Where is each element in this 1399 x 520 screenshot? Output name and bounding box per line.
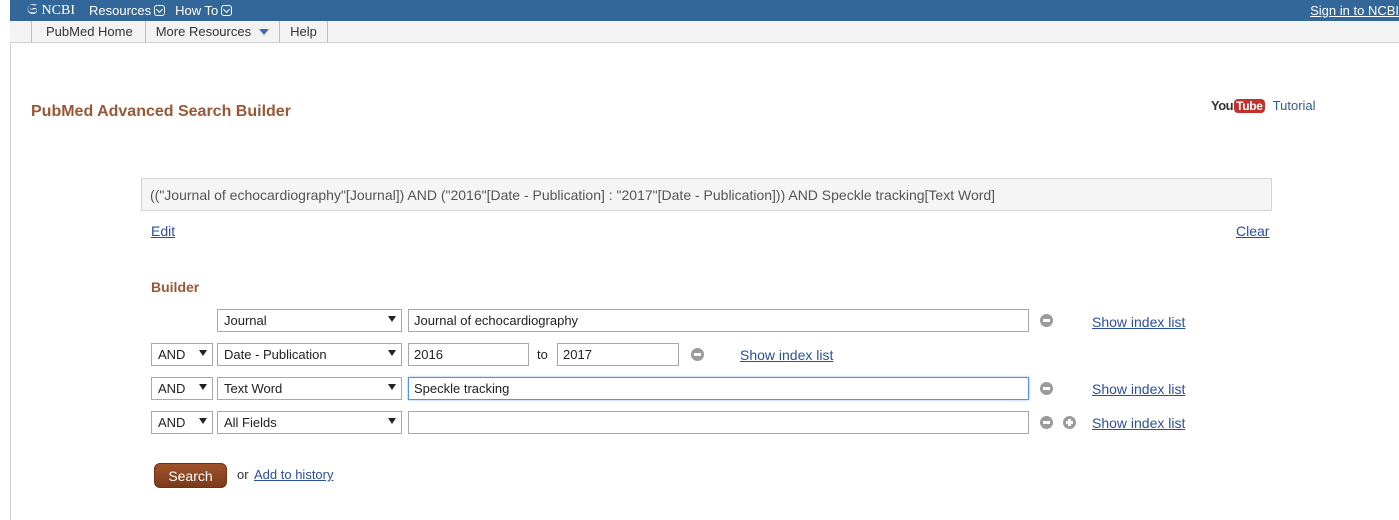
select-arrow-icon [199,418,207,424]
operator-select-3-value: AND [158,381,186,396]
field-select-2-value: Date - Publication [224,347,327,362]
how-to-menu-label: How To [175,3,219,18]
term-input-3-value: Speckle tracking [414,381,510,396]
date-to-input[interactable]: 2017 [557,343,679,366]
operator-select-2-value: AND [158,347,186,362]
operator-select-4[interactable]: AND [151,411,213,434]
page-title: PubMed Advanced Search Builder [31,103,291,120]
remove-row-icon[interactable] [1040,416,1053,429]
query-display: (("Journal of echocardiography"[Journal]… [141,178,1272,211]
show-index-list-1[interactable]: Show index list [1092,314,1185,330]
sign-in-link[interactable]: Sign in to NCBI [1310,3,1399,18]
show-index-list-4[interactable]: Show index list [1092,415,1185,431]
select-arrow-icon [388,384,396,390]
how-to-menu[interactable]: How To [175,3,233,18]
date-from-input[interactable]: 2016 [408,343,529,366]
select-arrow-icon [388,316,396,322]
field-select-1-value: Journal [224,313,267,328]
ncbi-topbar: 𝔖 NCBI Resources How To Sign in to NCBI [10,0,1399,21]
date-to-label: to [537,347,548,362]
select-arrow-icon [388,350,396,356]
field-select-4[interactable]: All Fields [217,411,402,434]
field-select-4-value: All Fields [224,415,277,430]
chevron-down-icon [154,5,166,16]
pubmed-subnav: PubMed Home More Resources Help [10,21,1399,43]
show-index-list-3[interactable]: Show index list [1092,381,1185,397]
nav-pubmed-home[interactable]: PubMed Home [31,21,146,42]
field-select-3-value: Text Word [224,381,283,396]
operator-select-4-value: AND [158,415,186,430]
date-to-value: 2017 [563,347,592,362]
nav-help-label: Help [290,24,317,39]
resources-menu-label: Resources [88,3,152,18]
youtube-logo-you: You [1211,98,1234,113]
builder-label: Builder [151,279,200,295]
ncbi-logo[interactable]: 𝔖 NCBI [27,3,75,19]
search-button[interactable]: Search [154,463,227,488]
resources-menu[interactable]: Resources [88,3,166,18]
operator-select-3[interactable]: AND [151,377,213,400]
remove-row-icon[interactable] [1040,314,1053,327]
youtube-logo-tube: Tube [1234,98,1265,113]
field-select-2[interactable]: Date - Publication [217,343,402,366]
field-select-3[interactable]: Text Word [217,377,402,400]
edit-link[interactable]: Edit [151,223,175,239]
select-arrow-icon [199,384,207,390]
remove-row-icon[interactable] [1040,382,1053,395]
add-row-icon[interactable] [1063,416,1076,429]
youtube-tutorial[interactable]: You Tube Tutorial [1211,98,1316,113]
ncbi-logo-text: NCBI [41,2,75,18]
select-arrow-icon [388,418,396,424]
field-select-1[interactable]: Journal [217,309,402,332]
nav-more-resources[interactable]: More Resources [146,21,281,42]
left-border [10,43,11,520]
remove-row-icon[interactable] [691,348,704,361]
or-text: or [237,467,249,482]
ncbi-helix-icon: 𝔖 [27,2,38,18]
add-to-history-link[interactable]: Add to history [254,467,334,482]
nav-more-resources-label: More Resources [155,24,252,39]
date-from-value: 2016 [414,347,443,362]
tutorial-link[interactable]: Tutorial [1273,98,1316,113]
term-input-3[interactable]: Speckle tracking [408,377,1029,400]
term-input-1[interactable]: Journal of echocardiography [408,309,1029,332]
term-input-4[interactable] [408,411,1029,434]
select-arrow-icon [199,350,207,356]
operator-select-2[interactable]: AND [151,343,213,366]
clear-link[interactable]: Clear [1236,223,1269,239]
nav-help[interactable]: Help [280,21,328,42]
chevron-down-icon [221,5,233,16]
top-menu: Resources How To [89,3,242,18]
triangle-down-icon [259,28,270,35]
show-index-list-2[interactable]: Show index list [740,347,833,363]
nav-pubmed-home-label: PubMed Home [46,24,133,39]
term-input-1-value: Journal of echocardiography [414,313,579,328]
